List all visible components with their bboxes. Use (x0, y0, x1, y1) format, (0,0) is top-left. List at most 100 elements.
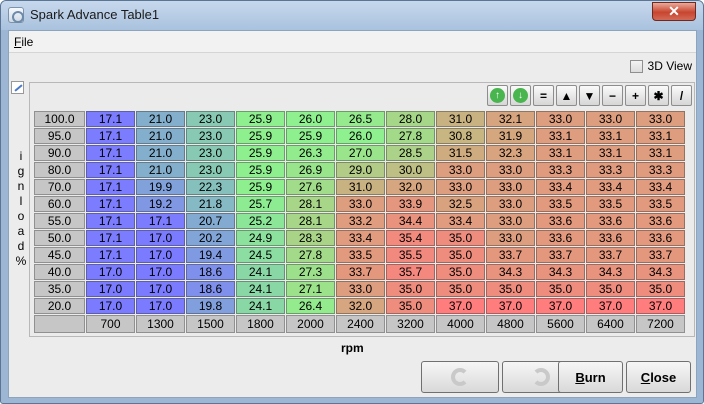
table-cell[interactable]: 33.0 (586, 111, 635, 127)
table-cell[interactable]: 35.0 (386, 281, 435, 297)
row-header[interactable]: 60.0 (34, 196, 85, 212)
title-bar[interactable]: Spark Advance Table1 ✕ (1, 1, 703, 30)
plus-button[interactable]: + (625, 85, 646, 106)
table-cell[interactable]: 33.1 (586, 145, 635, 161)
table-cell[interactable]: 35.0 (636, 281, 685, 297)
table-cell[interactable]: 25.7 (236, 196, 285, 212)
row-header[interactable]: 40.0 (34, 264, 85, 280)
table-cell[interactable]: 33.7 (636, 247, 685, 263)
row-header[interactable]: 90.0 (34, 145, 85, 161)
table-cell[interactable]: 35.4 (386, 230, 435, 246)
table-cell[interactable]: 28.0 (386, 111, 435, 127)
table-cell[interactable]: 33.6 (586, 213, 635, 229)
table-cell[interactable]: 34.4 (386, 213, 435, 229)
table-cell[interactable]: 26.0 (286, 111, 335, 127)
table-cell[interactable]: 26.3 (286, 145, 335, 161)
table-cell[interactable]: 17.0 (136, 230, 185, 246)
minus-button[interactable]: − (602, 85, 623, 106)
table-cell[interactable]: 35.0 (436, 264, 485, 280)
table-cell[interactable]: 25.9 (236, 162, 285, 178)
table-cell[interactable]: 35.7 (386, 264, 435, 280)
table-cell[interactable]: 35.0 (436, 281, 485, 297)
table-cell[interactable]: 25.9 (236, 128, 285, 144)
table-cell[interactable]: 25.9 (236, 179, 285, 195)
table-cell[interactable]: 24.5 (236, 247, 285, 263)
table-cell[interactable]: 26.0 (336, 128, 385, 144)
table-cell[interactable]: 33.0 (436, 162, 485, 178)
edit-icon[interactable] (11, 81, 24, 94)
table-cell[interactable]: 37.0 (636, 298, 685, 314)
table-cell[interactable]: 17.1 (86, 162, 135, 178)
table-cell[interactable]: 23.0 (186, 128, 235, 144)
multiply-button[interactable]: ✱ (648, 85, 669, 106)
table-cell[interactable]: 28.3 (286, 230, 335, 246)
burn-button[interactable]: Burn (558, 361, 623, 393)
table-cell[interactable]: 31.0 (336, 179, 385, 195)
column-header[interactable]: 4800 (486, 315, 535, 333)
table-cell[interactable]: 24.9 (236, 230, 285, 246)
table-cell[interactable]: 33.6 (636, 213, 685, 229)
table-cell[interactable]: 19.9 (136, 179, 185, 195)
table-cell[interactable]: 30.8 (436, 128, 485, 144)
table-cell[interactable]: 26.9 (286, 162, 335, 178)
table-cell[interactable]: 28.1 (286, 196, 335, 212)
table-cell[interactable]: 33.0 (436, 179, 485, 195)
table-cell[interactable]: 33.0 (486, 196, 535, 212)
table-cell[interactable]: 37.0 (486, 298, 535, 314)
table-cell[interactable]: 17.1 (86, 213, 135, 229)
table-cell[interactable]: 33.1 (636, 128, 685, 144)
table-cell[interactable]: 21.0 (136, 162, 185, 178)
table-cell[interactable]: 26.4 (286, 298, 335, 314)
up-circle-button[interactable]: ↑ (487, 85, 508, 106)
table-cell[interactable]: 33.3 (636, 162, 685, 178)
column-header[interactable]: 1500 (186, 315, 235, 333)
table-cell[interactable]: 35.0 (486, 281, 535, 297)
table-cell[interactable]: 33.0 (486, 162, 535, 178)
table-cell[interactable]: 17.1 (86, 179, 135, 195)
table-cell[interactable]: 33.9 (386, 196, 435, 212)
close-button[interactable]: Close (626, 361, 691, 393)
table-cell[interactable]: 33.1 (536, 128, 585, 144)
table-cell[interactable]: 21.8 (186, 196, 235, 212)
table-cell[interactable]: 27.8 (286, 247, 335, 263)
table-cell[interactable]: 33.4 (436, 213, 485, 229)
table-cell[interactable]: 34.3 (586, 264, 635, 280)
table-cell[interactable]: 17.0 (86, 281, 135, 297)
table-cell[interactable]: 33.0 (486, 230, 535, 246)
table-cell[interactable]: 33.0 (636, 111, 685, 127)
table-cell[interactable]: 33.3 (586, 162, 635, 178)
column-header[interactable]: 4000 (436, 315, 485, 333)
table-cell[interactable]: 27.6 (286, 179, 335, 195)
table-cell[interactable]: 25.9 (286, 128, 335, 144)
table-cell[interactable]: 17.0 (136, 264, 185, 280)
column-header[interactable]: 6400 (586, 315, 635, 333)
table-cell[interactable]: 17.0 (136, 281, 185, 297)
table-cell[interactable]: 17.1 (86, 145, 135, 161)
table-cell[interactable]: 35.0 (586, 281, 635, 297)
table-cell[interactable]: 17.0 (136, 298, 185, 314)
table-cell[interactable]: 33.0 (536, 111, 585, 127)
row-header[interactable]: 45.0 (34, 247, 85, 263)
table-cell[interactable]: 33.0 (336, 196, 385, 212)
view-3d-checkbox[interactable] (629, 59, 643, 73)
table-cell[interactable]: 37.0 (436, 298, 485, 314)
table-cell[interactable]: 17.1 (86, 247, 135, 263)
column-header[interactable]: 5600 (536, 315, 585, 333)
table-cell[interactable]: 33.7 (536, 247, 585, 263)
table-cell[interactable]: 17.0 (86, 298, 135, 314)
table-cell[interactable]: 33.3 (536, 162, 585, 178)
table-cell[interactable]: 34.3 (636, 264, 685, 280)
row-header[interactable]: 55.0 (34, 213, 85, 229)
table-cell[interactable]: 32.1 (486, 111, 535, 127)
table-cell[interactable]: 19.2 (136, 196, 185, 212)
table-cell[interactable]: 33.0 (336, 281, 385, 297)
column-header[interactable]: 1300 (136, 315, 185, 333)
table-cell[interactable]: 21.0 (136, 145, 185, 161)
table-cell[interactable]: 29.0 (336, 162, 385, 178)
table-cell[interactable]: 20.7 (186, 213, 235, 229)
table-cell[interactable]: 24.1 (236, 298, 285, 314)
table-cell[interactable]: 31.5 (436, 145, 485, 161)
table-cell[interactable]: 17.0 (86, 264, 135, 280)
table-cell[interactable]: 35.0 (436, 247, 485, 263)
table-cell[interactable]: 33.5 (536, 196, 585, 212)
